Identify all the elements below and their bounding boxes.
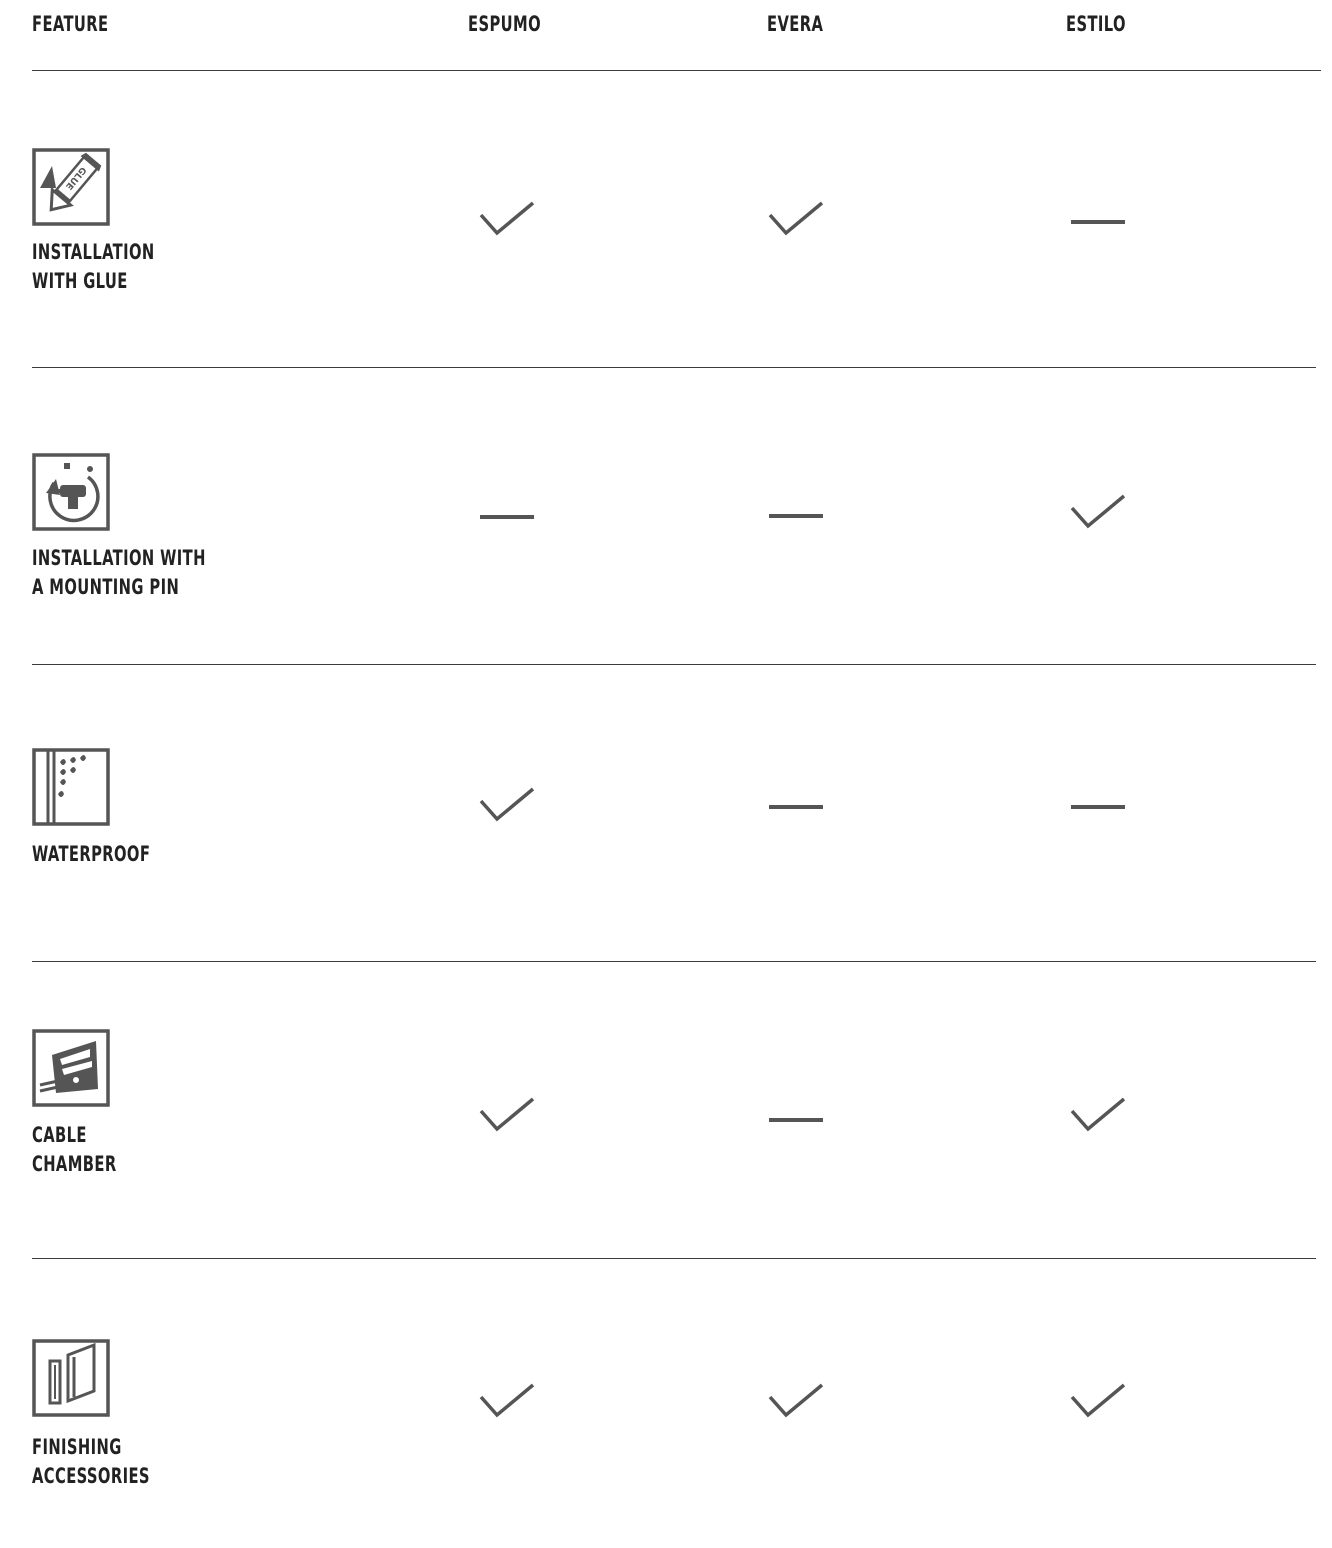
- dash-icon: [766, 496, 826, 536]
- check-icon: [477, 785, 537, 825]
- feature-label-line: A MOUNTING PIN: [32, 575, 180, 599]
- column-header-espumo: ESPUMO: [468, 12, 541, 36]
- column-header-feature: FEATURE: [32, 12, 109, 36]
- feature-label: INSTALLATION WITH GLUE: [32, 238, 155, 296]
- column-header-evera: EVERA: [767, 12, 824, 36]
- feature-label-line: INSTALLATION: [32, 240, 155, 264]
- water-drops-icon: [32, 748, 110, 826]
- row-divider: [32, 961, 1316, 962]
- feature-label-line: WATERPROOF: [32, 842, 151, 866]
- feature-label-line: CHAMBER: [32, 1152, 117, 1176]
- check-icon: [477, 199, 537, 239]
- feature-label: CABLE CHAMBER: [32, 1121, 117, 1179]
- feature-label-line: CABLE: [32, 1123, 87, 1147]
- dash-icon: [766, 1100, 826, 1140]
- check-icon: [477, 1381, 537, 1421]
- feature-label: INSTALLATION WITH A MOUNTING PIN: [32, 544, 206, 602]
- row-divider: [32, 664, 1316, 665]
- check-icon: [1068, 492, 1128, 532]
- dash-icon: [766, 787, 826, 827]
- check-icon: [1068, 1095, 1128, 1135]
- dash-icon: [1068, 202, 1128, 242]
- check-icon: [766, 199, 826, 239]
- feature-label-line: INSTALLATION WITH: [32, 546, 206, 570]
- check-icon: [766, 1381, 826, 1421]
- column-header-estilo: ESTILO: [1066, 12, 1126, 36]
- feature-label-line: ACCESSORIES: [32, 1464, 150, 1488]
- feature-label: WATERPROOF: [32, 840, 150, 869]
- row-divider: [32, 367, 1316, 368]
- drill-rotate-icon: [32, 453, 110, 531]
- check-icon: [1068, 1381, 1128, 1421]
- header-divider: [32, 70, 1321, 71]
- check-icon: [477, 1095, 537, 1135]
- dash-icon: [477, 497, 537, 537]
- glue-tube-icon: GLUE: [32, 148, 110, 226]
- dash-icon: [1068, 787, 1128, 827]
- finishing-accessories-icon: [32, 1339, 110, 1417]
- feature-label: FINISHING ACCESSORIES: [32, 1433, 150, 1491]
- cable-chamber-icon: [32, 1029, 110, 1107]
- row-divider: [32, 1258, 1316, 1259]
- feature-label-line: FINISHING: [32, 1435, 122, 1459]
- feature-label-line: WITH GLUE: [32, 269, 128, 293]
